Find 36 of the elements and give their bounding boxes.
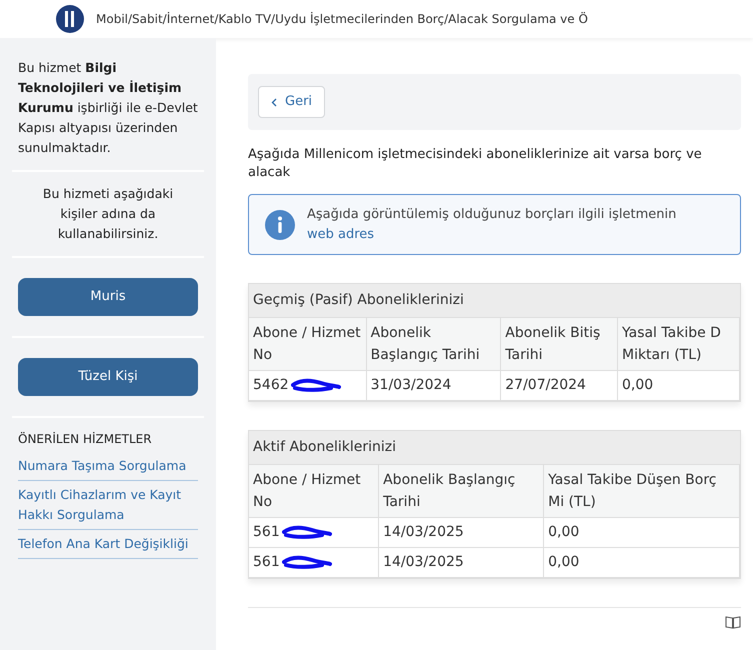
logo-icon [56,5,84,33]
column-header: Yasal Takibe Düşen Borç Mi (TL) [544,465,740,518]
table-cell: 27/07/2024 [500,370,618,400]
person-type-button[interactable]: Muris [18,278,198,316]
intro-text: Aşağıda Millenicom işletmecisindeki aboneliklerinize ait varsa borç ve alacak [248,146,703,182]
web-address-link[interactable]: web adres [307,226,374,242]
book-icon [725,616,741,629]
table-cell: 0,00 [544,518,740,548]
table-cell: 14/03/2025 [378,518,544,548]
table-cell: 561 [249,548,379,578]
person-type-button[interactable]: Tüzel Kişi [18,358,198,396]
column-header: Abonelik Başlangıç Tarihi [378,465,544,518]
info-text: Bu hizmet Bilgi Teknolojileri ve İletişim Kurumu işbirliği ile e-Devlet Kapısı altyapısı üzerinden sunulmaktadır. [17,59,199,157]
suggested-service-link[interactable]: Numara Taşıma Sorgulama [18,452,198,481]
column-header: Yasal Takibe D Miktarı (TL) [617,318,740,370]
table-cell: 0,00 [617,370,740,400]
on-behalf-text: Bu hizmeti aşağıdaki kişiler adına da kullanabilirsiniz. [42,185,174,243]
column-header: Abone / Hizmet No [249,465,379,518]
column-header: Abone / Hizmet No [249,318,366,370]
table-cell: 31/03/2024 [366,370,501,400]
suggested-service-link[interactable]: Kayıtlı Cihazlarım ve Kayıt Hakkı Sorgulama [18,481,198,530]
suggested-heading: ÖNERİLEN HİZMETLER [17,431,153,448]
table-cell: 14/03/2025 [378,548,544,578]
column-header: Abonelik Başlangıç Tarihi [366,318,501,370]
table-cell: 561 [249,518,379,548]
table-title: Aktif Aboneliklerinizi [249,431,740,465]
notice-text: Aşağıda görüntülemiş olduğunuz borçları ilgili işletmenin web adres [307,206,678,244]
chevron-left-icon [271,98,277,106]
back-button[interactable]: Geri [258,86,326,118]
table-cell: 5462 [249,370,366,400]
suggested-service-link[interactable]: Telefon Ana Kart Değişikliği [18,530,198,559]
page-title: Mobil/Sabit/İnternet/Kablo TV/Uydu İşletmecilerinden Borç/Alacak Sorgulama ve Ö [96,11,588,28]
column-header: Abonelik Bitiş Tarihi [500,318,618,370]
info-icon [265,210,295,240]
table-cell: 0,00 [544,548,740,578]
table-title: Geçmiş (Pasif) Aboneliklerinizi [249,284,740,318]
